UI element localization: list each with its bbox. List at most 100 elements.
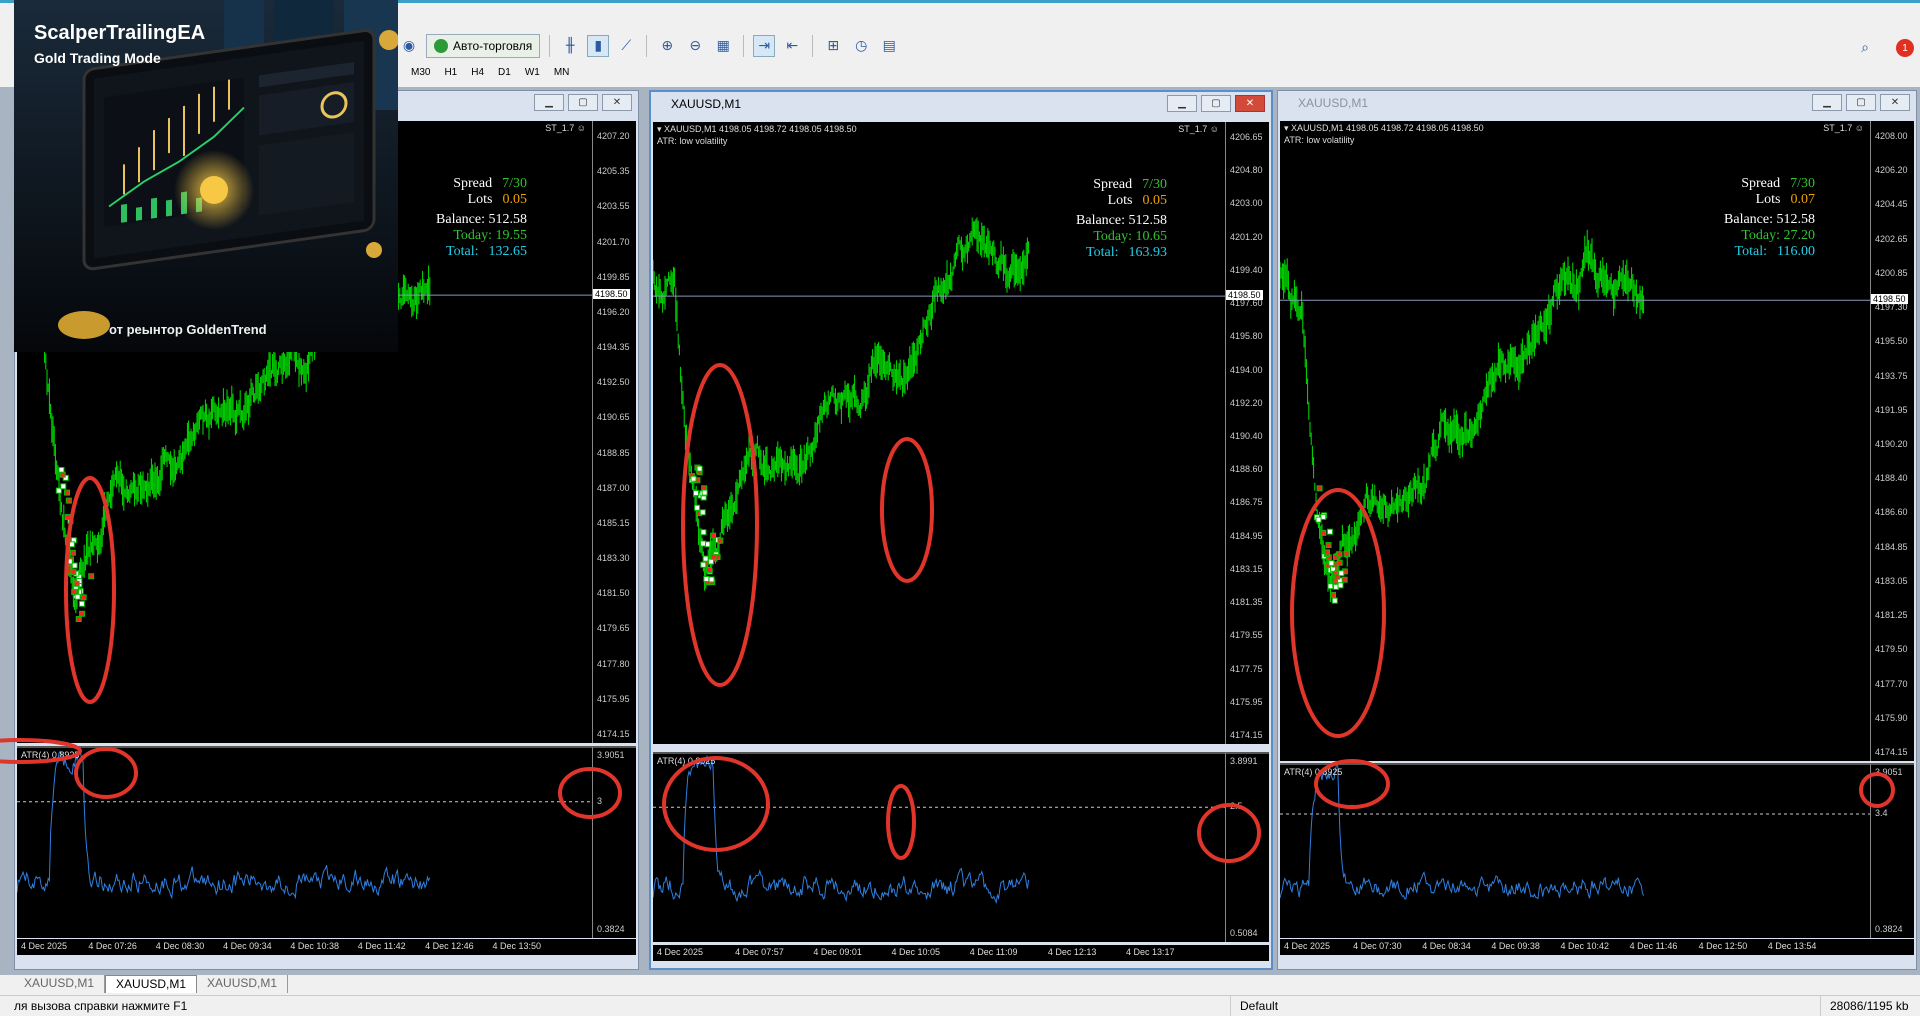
atr-subwindow[interactable]: ATR(4) 0.8925 bbox=[17, 746, 592, 938]
trade-marker bbox=[88, 573, 95, 580]
atr-label: ATR(4) 0.8925 bbox=[21, 750, 80, 760]
today-value: Today: 27.20 bbox=[1741, 228, 1815, 243]
minimize-button[interactable]: ▁ bbox=[534, 94, 564, 111]
price-tick: 4188.60 bbox=[1230, 464, 1263, 475]
price-tick: 4200.85 bbox=[1875, 267, 1908, 278]
trade-marker bbox=[706, 566, 713, 573]
timeframe-h4[interactable]: H4 bbox=[464, 65, 491, 80]
templates-icon[interactable]: ▤ bbox=[878, 35, 900, 57]
price-scale[interactable]: 4206.65 4204.80 4203.00 4201.20 4199.40 4197.… bbox=[1225, 122, 1269, 744]
minimize-button[interactable]: ▁ bbox=[1812, 94, 1842, 111]
status-help: ля вызова справки нажмите F1 bbox=[14, 999, 188, 1013]
trade-marker bbox=[60, 483, 67, 490]
price-tick: 4199.40 bbox=[1230, 264, 1263, 275]
status-profile: Default bbox=[1240, 999, 1279, 1013]
price-tick: 4203.55 bbox=[597, 201, 630, 212]
timeframe-m30[interactable]: M30 bbox=[404, 65, 437, 80]
time-tick: 4 Dec 2025 bbox=[1284, 941, 1331, 951]
price-tick: 4195.50 bbox=[1875, 336, 1908, 347]
time-axis[interactable]: 4 Dec 2025 4 Dec 07:26 4 Dec 08:30 4 Dec 09… bbox=[17, 939, 636, 955]
timeframe-mn[interactable]: MN bbox=[547, 65, 577, 80]
chart-window-3[interactable]: XAUUSD,M1 ▁ ▢ ✕ ▾ XAUUSD,M1 4198.05 4198… bbox=[1277, 90, 1917, 970]
chart-header: ▾ XAUUSD,M1 4198.05 4198.72 4198.05 4198… bbox=[657, 124, 857, 134]
time-tick: 4 Dec 09:34 bbox=[223, 941, 272, 951]
notification-badge[interactable]: 1 bbox=[1896, 39, 1914, 57]
price-tick: 4179.65 bbox=[597, 623, 630, 634]
trade-marker bbox=[700, 561, 707, 568]
time-tick: 4 Dec 12:50 bbox=[1698, 941, 1748, 951]
close-button[interactable]: ✕ bbox=[602, 94, 632, 111]
trade-marker bbox=[1336, 551, 1343, 558]
price-scale[interactable]: 4208.00 4206.20 4204.45 4202.65 4200.85 4197.… bbox=[1870, 121, 1914, 761]
trade-marker bbox=[73, 580, 80, 587]
minimize-button[interactable]: ▁ bbox=[1167, 95, 1197, 112]
bar-chart-icon[interactable]: ╫ bbox=[559, 35, 581, 57]
atr-line bbox=[653, 754, 1225, 905]
price-tick: 4184.95 bbox=[1230, 530, 1263, 541]
window-title: XAUUSD,M1 ▁ ▢ ✕ bbox=[1278, 91, 1916, 115]
maximize-button[interactable]: ▢ bbox=[1846, 94, 1876, 111]
price-tick: 4186.60 bbox=[1875, 507, 1908, 518]
close-button[interactable]: ✕ bbox=[1235, 95, 1265, 112]
price-scale[interactable]: 4207.20 4205.35 4203.55 4201.70 4199.85 4196.… bbox=[592, 121, 636, 743]
timeframe-h1[interactable]: H1 bbox=[437, 65, 464, 80]
chart-shift-icon[interactable]: ⇤ bbox=[781, 35, 803, 57]
atr-tick: 0.3824 bbox=[1875, 924, 1903, 934]
tile-windows-icon[interactable]: ▦ bbox=[712, 35, 734, 57]
price-chart[interactable]: ▾ XAUUSD,M1 4198.05 4198.72 4198.05 4198… bbox=[653, 122, 1225, 744]
trade-marker bbox=[694, 504, 701, 511]
zoom-out-icon[interactable]: ⊖ bbox=[684, 35, 706, 57]
atr-subwindow[interactable]: ATR(4) 0.8925 bbox=[1280, 763, 1870, 938]
atr-scale[interactable]: 3.9051 0.3824 3 bbox=[592, 746, 636, 938]
trade-marker bbox=[66, 558, 73, 565]
price-tick: 4206.20 bbox=[1875, 165, 1908, 176]
timeframe-d1[interactable]: D1 bbox=[491, 65, 518, 80]
price-tick: 4185.15 bbox=[597, 517, 630, 528]
price-tick: 4181.25 bbox=[1875, 610, 1908, 621]
atr-label: ATR(4) 0.8925 bbox=[1284, 767, 1343, 777]
time-axis[interactable]: 4 Dec 2025 4 Dec 07:30 4 Dec 08:34 4 Dec 09… bbox=[1280, 939, 1914, 955]
trade-marker bbox=[58, 466, 65, 473]
auto-scroll-icon[interactable]: ⇥ bbox=[753, 35, 776, 57]
price-chart[interactable]: ▾ XAUUSD,M1 4198.05 4198.72 4198.05 4198… bbox=[1280, 121, 1870, 761]
chart-window-2[interactable]: XAUUSD,M1 ▁ ▢ ✕ ▾ XAUUSD,M1 4198.05 4198… bbox=[649, 90, 1273, 970]
time-axis[interactable]: 4 Dec 2025 4 Dec 07:57 4 Dec 09:01 4 Dec 10… bbox=[653, 945, 1269, 961]
search-icon[interactable]: ⌕ bbox=[1854, 37, 1876, 59]
price-tick: 4208.00 bbox=[1875, 131, 1908, 141]
trade-marker bbox=[696, 465, 703, 472]
atr-scale[interactable]: 3.8991 0.5084 2.5 bbox=[1225, 752, 1269, 942]
price-tick: 4199.85 bbox=[597, 271, 630, 282]
trade-marker bbox=[80, 594, 87, 601]
spread-value: 7/30 bbox=[502, 176, 527, 191]
maximize-button[interactable]: ▢ bbox=[568, 94, 598, 111]
tab-chart-1[interactable]: XAUUSD,M1 bbox=[14, 975, 106, 993]
maximize-button[interactable]: ▢ bbox=[1201, 95, 1231, 112]
trade-marker bbox=[79, 610, 86, 617]
tab-chart-3[interactable]: XAUUSD,M1 bbox=[197, 975, 289, 993]
signals-icon[interactable]: ◉ bbox=[398, 35, 420, 57]
indicators-icon[interactable]: ⊞ bbox=[822, 35, 844, 57]
candlestick-icon[interactable]: ▮ bbox=[587, 35, 610, 57]
tab-chart-2[interactable]: XAUUSD,M1 bbox=[105, 975, 198, 993]
autotrade-label: Авто-торговля bbox=[453, 39, 533, 53]
price-tick: 4191.95 bbox=[1875, 404, 1908, 415]
zoom-in-icon[interactable]: ⊕ bbox=[656, 35, 678, 57]
price-tick: 4174.15 bbox=[1875, 747, 1908, 757]
atr-scale[interactable]: 3.9051 0.3824 3.4 bbox=[1870, 763, 1914, 938]
atr-tick: 3.9051 bbox=[1875, 767, 1903, 777]
trade-marker bbox=[710, 553, 717, 560]
trade-marker bbox=[708, 576, 715, 583]
autotrade-button[interactable]: Авто-торговля bbox=[426, 34, 541, 58]
timeframe-w1[interactable]: W1 bbox=[518, 65, 547, 80]
price-tick: 4202.65 bbox=[1875, 233, 1908, 244]
ea-info-panel: Spread 7/30 Lots 0.07 Balance: 512.58 Toda… bbox=[1724, 176, 1815, 260]
close-button[interactable]: ✕ bbox=[1880, 94, 1910, 111]
atr-level-tick: 2.5 bbox=[1230, 801, 1243, 812]
periods-icon[interactable]: ◷ bbox=[850, 35, 872, 57]
atr-line bbox=[17, 750, 592, 900]
lots-value: 0.07 bbox=[1790, 192, 1816, 207]
atr-subwindow[interactable]: ATR(4) 0.8925 bbox=[653, 752, 1225, 942]
trade-marker bbox=[1341, 576, 1348, 583]
line-chart-icon[interactable]: ⟋ bbox=[615, 35, 637, 57]
price-tick: 4181.50 bbox=[597, 588, 630, 599]
